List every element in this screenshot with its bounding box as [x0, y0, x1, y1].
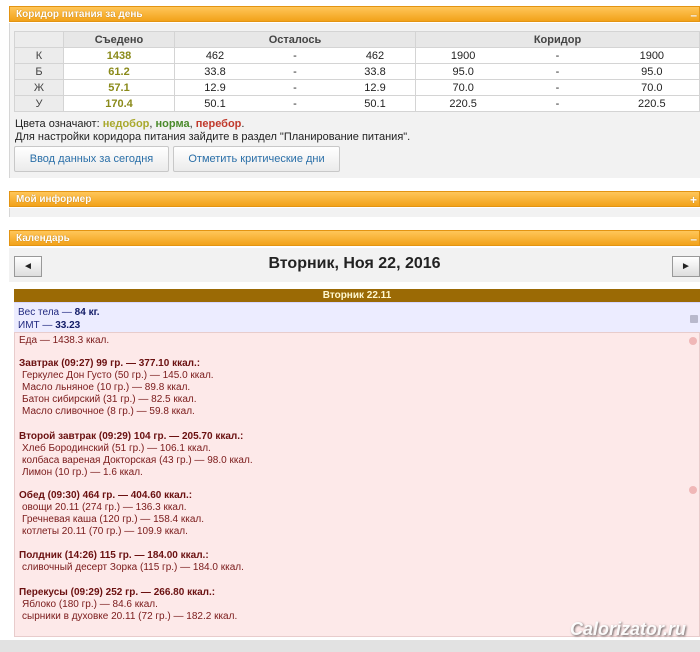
food-item: котлеты 20.11 (70 гр.) — 109.9 ккал.	[22, 526, 188, 537]
next-day-button[interactable]: ►	[672, 256, 700, 277]
left-from: 50.1	[204, 97, 226, 110]
bmi-label: ИМТ —	[18, 320, 53, 331]
corridor-to: 220.5	[638, 97, 666, 110]
legend-prefix: Цвета означают:	[15, 118, 100, 130]
bmi-line: ИМТ — 33.23	[18, 320, 80, 331]
eaten-value: 61.2	[63, 63, 175, 80]
row-label: К	[14, 47, 64, 64]
dash: -	[293, 49, 297, 62]
day-bar: Вторник 22.11	[14, 289, 700, 302]
weight-label: Вес тела —	[18, 307, 72, 318]
left-from: 462	[205, 49, 225, 62]
corridor-from: 1900	[450, 49, 476, 62]
meal-title: Полдник (14:26) 115 гр. — 184.00 ккал.:	[19, 550, 209, 561]
row-label: У	[14, 95, 64, 112]
informer-panel-body	[9, 208, 700, 217]
legend-separator: ,	[189, 118, 193, 130]
dash: -	[555, 97, 560, 110]
left-to: 50.1	[364, 97, 386, 110]
corridor-from: 220.5	[449, 97, 477, 110]
bottom-strip	[0, 640, 700, 652]
meal-title: Второй завтрак (09:29) 104 гр. — 205.70 …	[19, 431, 244, 442]
dash: -	[555, 49, 560, 62]
corridor-to: 70.0	[641, 81, 663, 94]
calendar-date-title: Вторник, Ноя 22, 2016	[268, 255, 441, 272]
color-legend: Цвета означают: недобор, норма, перебор.	[15, 117, 244, 131]
apple-icon[interactable]	[689, 486, 697, 494]
eaten-value: 57.1	[63, 79, 175, 96]
food-item: Хлеб Бородинский (51 гр.) — 106.1 ккал.	[22, 443, 211, 454]
food-total: Еда — 1438.3 ккал.	[19, 335, 110, 346]
collapse-icon[interactable]: –	[690, 7, 697, 23]
apple-icon[interactable]	[689, 337, 697, 345]
corridor-from: 95.0	[452, 65, 474, 78]
food-item: овощи 20.11 (274 гр.) — 136.3 ккал.	[22, 502, 187, 513]
col-eaten: Съедено	[63, 31, 175, 48]
weight-line: Вес тела — 84 кг.	[18, 307, 100, 318]
col-corridor: Коридор	[415, 31, 700, 48]
dash: -	[293, 81, 297, 94]
table-header-row: Съедено Осталось Коридор	[14, 31, 700, 48]
enter-today-button[interactable]: Ввод данных за сегодня	[14, 146, 169, 172]
legend-over: перебор	[195, 118, 242, 130]
legend-separator: ,	[149, 118, 153, 130]
left-to: 12.9	[364, 81, 386, 94]
food-item: Геркулес Дон Густо (50 гр.) — 145.0 ккал…	[22, 370, 214, 381]
critical-days-button[interactable]: Отметить критические дни	[173, 146, 340, 172]
corridor-to: 1900	[639, 49, 665, 62]
trash-icon[interactable]	[690, 315, 698, 323]
food-item: Масло сливочное (8 гр.) — 59.8 ккал.	[22, 406, 195, 417]
food-item: Яблоко (180 гр.) — 84.6 ккал.	[22, 599, 158, 610]
left-to: 33.8	[364, 65, 386, 78]
calendar-panel-title: Календарь	[16, 233, 70, 244]
corridor-to: 95.0	[641, 65, 663, 78]
corridor-panel-header[interactable]: Коридор питания за день –	[9, 6, 700, 22]
corner-cell	[14, 31, 64, 48]
dash: -	[555, 65, 560, 78]
eaten-value: 170.4	[63, 95, 175, 112]
bmi-value: 33.23	[55, 320, 81, 331]
corridor-hint: Для настройки коридора питания зайдите в…	[15, 131, 411, 143]
table-row: К 1438 462 - 462 1900 - 1900	[14, 47, 700, 64]
table-row: У 170.4 50.1 - 50.1 220.5 - 220.5	[14, 95, 700, 112]
calendar-panel-header[interactable]: Календарь –	[9, 230, 700, 246]
left-from: 33.8	[204, 65, 226, 78]
meal-title: Перекусы (09:29) 252 гр. — 266.80 ккал.:	[19, 587, 216, 598]
body-stats: Вес тела — 84 кг. ИМТ — 33.23	[14, 302, 700, 333]
legend-period: .	[241, 118, 245, 130]
informer-panel-title: Мой информер	[16, 194, 92, 205]
weight-value: 84 кг.	[74, 307, 100, 318]
left-from: 12.9	[204, 81, 226, 94]
food-diary: Еда — 1438.3 ккал. Завтрак (09:27) 99 гр…	[14, 332, 700, 637]
corridor-from: 70.0	[452, 81, 474, 94]
row-label: Б	[14, 63, 64, 80]
expand-icon[interactable]: +	[690, 192, 697, 208]
row-label: Ж	[14, 79, 64, 96]
corridor-table: Съедено Осталось Коридор К 1438 462 - 462 …	[14, 31, 700, 112]
site-watermark: Calorizator.ru	[569, 619, 686, 639]
food-item: Лимон (10 гр.) — 1.6 ккал.	[22, 467, 143, 478]
dash: -	[293, 65, 297, 78]
col-left: Осталось	[174, 31, 416, 48]
calendar-nav: ◄ Вторник, Ноя 22, 2016 ►	[9, 248, 700, 282]
food-item: Батон сибирский (31 гр.) — 82.5 ккал.	[22, 394, 197, 405]
informer-panel-header[interactable]: Мой информер +	[9, 191, 700, 207]
table-row: Б 61.2 33.8 - 33.8 95.0 - 95.0	[14, 63, 700, 80]
food-item: Гречневая каша (120 гр.) — 158.4 ккал.	[22, 514, 205, 525]
left-to: 462	[365, 49, 385, 62]
dash: -	[293, 97, 297, 110]
meal-title: Обед (09:30) 464 гр. — 404.60 ккал.:	[19, 490, 193, 501]
corridor-panel-title: Коридор питания за день	[16, 9, 143, 20]
legend-under: недобор	[102, 118, 150, 130]
food-item: сырники в духовке 20.11 (72 гр.) — 182.2…	[22, 611, 238, 622]
food-item: колбаса вареная Докторская (43 гр.) — 98…	[22, 455, 253, 466]
meal-title: Завтрак (09:27) 99 гр. — 377.10 ккал.:	[19, 358, 201, 369]
food-item: Масло льняное (10 гр.) — 89.8 ккал.	[22, 382, 191, 393]
dash: -	[555, 81, 560, 94]
table-row: Ж 57.1 12.9 - 12.9 70.0 - 70.0	[14, 79, 700, 96]
legend-norm: норма	[155, 118, 190, 130]
eaten-value: 1438	[63, 47, 175, 64]
collapse-icon[interactable]: –	[690, 231, 697, 247]
food-item: сливочный десерт Зорка (115 гр.) — 184.0…	[22, 562, 244, 573]
